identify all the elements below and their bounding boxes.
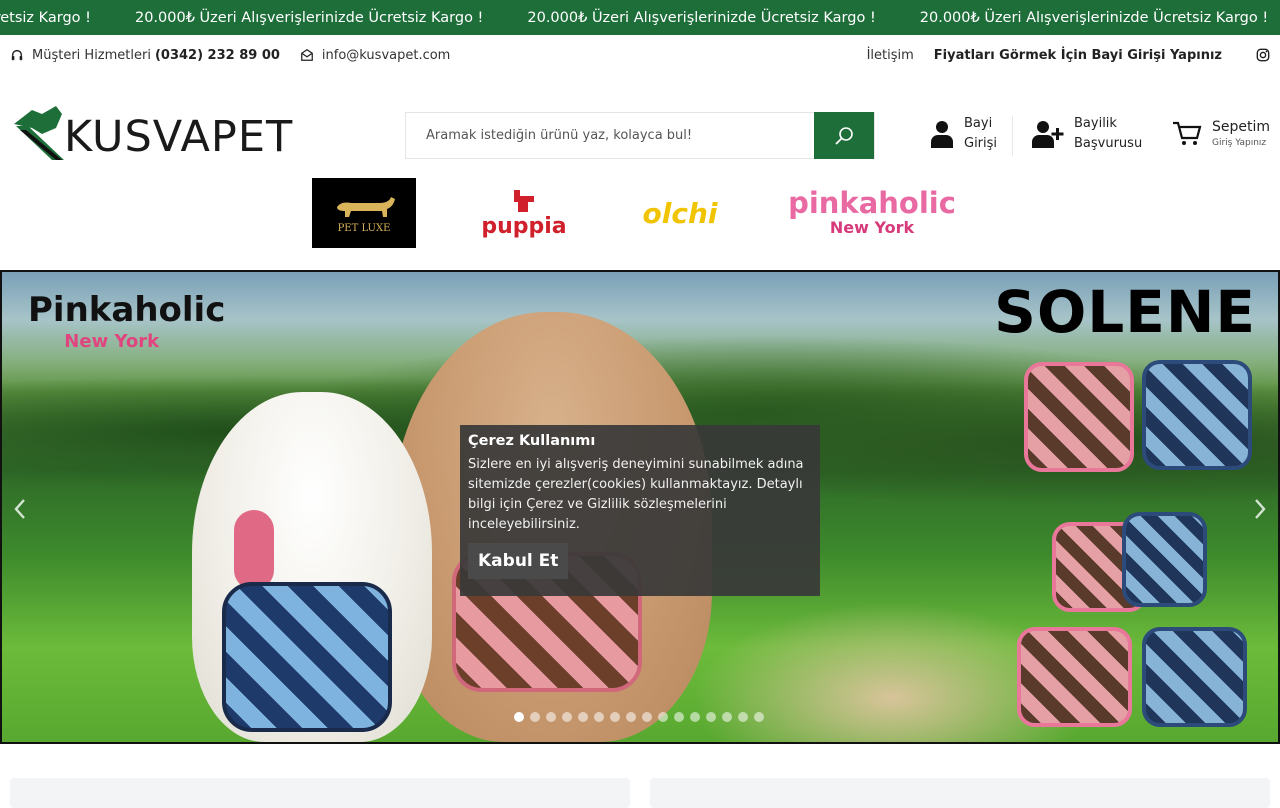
top-bar: Müşteri Hizmetleri (0342) 232 89 00 info… [0,35,1280,75]
cookie-title: Çerez Kullanımı [468,433,596,449]
dog-logo-icon [14,106,64,160]
brand-pinkaholic[interactable]: pinkaholic New York [776,178,968,248]
slider-dot[interactable] [642,712,652,722]
contact-link[interactable]: İletişim [867,48,914,63]
dealer-login-note[interactable]: Fiyatları Görmek İçin Bayi Girişi Yapını… [934,48,1222,63]
header-divider [1012,116,1013,156]
ticker-track: Ücretsiz Kargo ! 20.000₺ Üzeri Alışveriş… [0,0,1280,35]
search-bar [405,112,875,159]
slide-dog-tongue [234,510,274,590]
slider-dot[interactable] [594,712,604,722]
instagram-icon[interactable] [1256,48,1270,62]
slide-white-dog-image [192,392,432,742]
brand-olchi[interactable]: olchi [638,178,722,248]
site-logo[interactable]: KUSVAPET [12,104,312,164]
email-text: info@kusvapet.com [321,47,451,63]
dealer-login-button[interactable]: Bayi Girişi [930,114,997,154]
slider-pagination [514,712,770,724]
slider-dot[interactable] [562,712,572,722]
brand-petluxe[interactable]: PET LUXE [312,178,416,248]
slider-dot[interactable] [706,712,716,722]
dealer-login-label: Bayi Girişi [964,114,997,154]
cookie-consent-banner: Çerez Kullanımı Sizlere en iyi alışveriş… [460,425,820,596]
slider-dot[interactable] [722,712,732,722]
harness-product-image [1142,360,1252,470]
customer-service: Müşteri Hizmetleri (0342) 232 89 00 info… [10,35,450,75]
slider-dot[interactable] [658,712,668,722]
cookie-accept-button[interactable]: Kabul Et [468,543,569,579]
dealer-apply-line1: Bayilik [1074,116,1117,131]
cart-button[interactable]: Sepetim Giriş Yapınız [1172,117,1270,149]
user-plus-icon [1032,121,1064,148]
slide-product-collage [1012,352,1262,732]
brand-pinkaholic-text: pinkaholic [788,186,956,220]
slider-dot[interactable] [690,712,700,722]
ticker-item: 20.000₺ Üzeri Alışverişlerinizde Ücretsi… [919,9,1269,26]
search-input[interactable] [406,113,815,158]
ticker-item: 20.000₺ Üzeri Alışverişlerinizde Ücretsi… [134,9,484,26]
top-links: İletişim Fiyatları Görmek İçin Bayi Giri… [867,35,1270,75]
phone-label: Müşteri Hizmetleri [32,47,151,63]
slider-dot[interactable] [546,712,556,722]
announcement-ticker: Ücretsiz Kargo ! 20.000₺ Üzeri Alışveriş… [0,0,1280,35]
ticker-item: 20.000₺ Üzeri Alışverişlerinizde Ücretsi… [527,9,876,26]
dealer-login-line1: Bayi [964,116,993,131]
user-icon [931,121,953,148]
email-link[interactable]: info@kusvapet.com [300,48,450,63]
brand-pinkaholic-sub: New York [829,218,915,237]
slider-dot[interactable] [610,712,620,722]
slider-dot[interactable] [754,712,764,722]
slider-next-button[interactable] [1250,494,1270,524]
logo-text: KUSVAPET [64,112,294,162]
slider-dot[interactable] [578,712,588,722]
slide-brand-sub: New York [64,331,160,352]
cart-label: Sepetim Giriş Yapınız [1212,117,1270,149]
dealer-apply-label: Bayilik Başvurusu [1074,114,1142,154]
slider-dot[interactable] [738,712,748,722]
brand-olchi-text: olchi [642,196,718,230]
dealer-apply-button[interactable]: Bayilik Başvurusu [1032,114,1142,154]
harness-product-image [1024,362,1134,472]
cart-title: Sepetim [1212,119,1271,135]
cart-subtitle: Giriş Yapınız [1212,138,1267,148]
brand-puppia-text: puppia [481,213,567,239]
slider-dot[interactable] [514,712,524,722]
chevron-right-icon [1255,499,1266,519]
cart-icon [1173,121,1202,145]
puppia-logo-icon [514,189,534,212]
slider-dot[interactable] [530,712,540,722]
slider-prev-button[interactable] [10,494,30,524]
phone-number-link[interactable]: (0342) 232 89 00 [155,48,280,63]
harness-product-image [1122,512,1207,607]
slide-title: SOLENE [994,278,1256,346]
content-panel-right [650,778,1270,808]
brand-strip: PET LUXE puppia olchi pinkaholic New Yor… [0,178,1280,248]
content-panel-left [10,778,630,808]
envelope-icon [301,49,313,61]
chevron-left-icon [14,499,25,519]
brand-petluxe-text: PET LUXE [337,222,391,234]
search-button[interactable] [814,112,874,159]
slide-brand-logo: Pinkaholic New York [28,290,225,354]
dealer-apply-line2: Başvurusu [1074,136,1143,151]
slide-blue-harness [222,582,392,732]
dealer-login-line2: Girişi [964,136,998,151]
harness-product-image [1017,627,1132,727]
cookie-text: Sizlere en iyi alışveriş deneyimini suna… [468,457,804,532]
search-icon [835,126,853,145]
slider-dot[interactable] [674,712,684,722]
headset-icon [11,49,23,61]
slider-dot[interactable] [626,712,636,722]
ticker-item: Ücretsiz Kargo ! [0,9,91,26]
slide-brand-text: Pinkaholic [28,290,226,330]
brand-puppia[interactable]: puppia [472,178,576,248]
harness-product-image [1142,627,1247,727]
dachshund-icon [337,196,395,217]
